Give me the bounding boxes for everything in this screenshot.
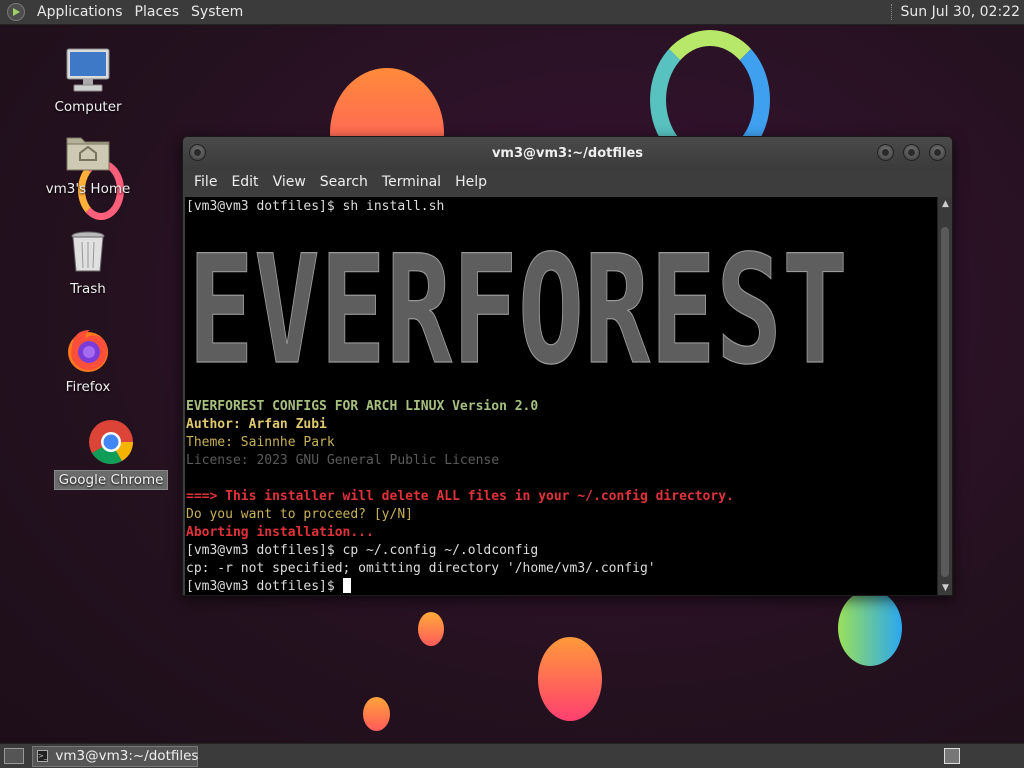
desktop-icon-trash[interactable]: Trash — [38, 228, 138, 298]
menu-terminal[interactable]: Terminal — [375, 169, 448, 195]
window-menu-button[interactable] — [189, 144, 206, 161]
terminal-prompt-line: [vm3@vm3 dotfiles]$ — [186, 578, 937, 595]
menu-view[interactable]: View — [266, 169, 313, 195]
bottom-panel: >_ vm3@vm3:~/dotfiles — [0, 743, 1024, 768]
top-panel: Applications Places System Sun Jul 30, 0… — [0, 0, 1024, 25]
menu-search[interactable]: Search — [313, 169, 375, 195]
menu-edit[interactable]: Edit — [224, 169, 265, 195]
taskbar-button-terminal[interactable]: >_ vm3@vm3:~/dotfiles — [32, 745, 199, 767]
window-titlebar[interactable]: vm3@vm3:~/dotfiles — [183, 137, 952, 169]
scroll-down-arrow-icon[interactable]: ▼ — [938, 581, 953, 595]
system-menu[interactable]: System — [185, 0, 249, 25]
places-menu[interactable]: Places — [129, 0, 186, 25]
terminal-line: EVERFOREST CONFIGS FOR ARCH LINUX Versio… — [186, 399, 539, 414]
terminal-line: Aborting installation... — [186, 525, 374, 540]
wallpaper-blob — [538, 637, 602, 721]
terminal-icon: >_ — [37, 750, 49, 762]
terminal-line: Do you want to proceed? [y/N] — [186, 507, 413, 522]
firefox-icon — [64, 326, 112, 374]
desktop-icon-firefox[interactable]: Firefox — [38, 326, 138, 396]
terminal-line: Theme: Sainnhe Park — [186, 435, 335, 450]
window-title: vm3@vm3:~/dotfiles — [491, 145, 644, 161]
window-menubar: File Edit View Search Terminal Help — [183, 169, 952, 195]
desktop-icon-label: Firefox — [65, 379, 111, 395]
desktop-icon-label: Trash — [70, 281, 106, 297]
terminal-line: [vm3@vm3 dotfiles]$ cp ~/.config ~/.oldc… — [186, 543, 539, 558]
desktop-icon-computer[interactable]: Computer — [38, 46, 138, 116]
ascii-banner: EVERFOREST — [186, 226, 937, 398]
maximize-button[interactable] — [903, 144, 920, 161]
show-desktop-icon[interactable] — [4, 748, 24, 764]
terminal-output[interactable]: [vm3@vm3 dotfiles]$ sh install.sh EVERFO… — [185, 197, 937, 595]
shell-prompt: [vm3@vm3 dotfiles]$ — [186, 579, 343, 594]
menu-help[interactable]: Help — [448, 169, 494, 195]
workspace-switcher[interactable] — [944, 748, 960, 764]
trash-icon — [64, 228, 112, 276]
applications-menu[interactable]: Applications — [31, 0, 129, 25]
desktop-icon-chrome[interactable]: Google Chrome — [53, 418, 169, 490]
terminal-window[interactable]: vm3@vm3:~/dotfiles File Edit View Search… — [182, 136, 953, 596]
wallpaper-blob — [418, 612, 444, 646]
clock[interactable]: Sun Jul 30, 02:22 — [901, 4, 1024, 20]
menu-logo-icon[interactable] — [7, 3, 25, 21]
computer-icon — [64, 46, 112, 94]
terminal-line: License: 2023 GNU General Public License — [186, 453, 500, 468]
terminal-line: [vm3@vm3 dotfiles]$ sh install.sh — [186, 199, 445, 214]
ascii-banner-text: EVERFOREST — [188, 234, 848, 384]
terminal-line: ===> This installer will delete ALL file… — [186, 489, 734, 504]
terminal-scrollbar[interactable]: ▲ ▼ — [937, 197, 952, 595]
terminal-line: cp: -r not specified; omitting directory… — [186, 561, 656, 576]
scroll-up-arrow-icon[interactable]: ▲ — [938, 197, 953, 211]
wallpaper-blob — [363, 697, 390, 731]
terminal-line: Author: Arfan Zubi — [186, 417, 327, 432]
panel-separator — [890, 4, 893, 20]
taskbar-button-label: vm3@vm3:~/dotfiles — [55, 748, 199, 764]
desktop-icon-label: Computer — [54, 99, 122, 115]
chrome-icon — [87, 418, 135, 466]
desktop-icon-label: Google Chrome — [53, 470, 169, 490]
home-folder-icon — [64, 128, 112, 176]
desktop-icon-label: vm3's Home — [45, 181, 131, 197]
menu-file[interactable]: File — [187, 169, 224, 195]
close-button[interactable] — [929, 144, 946, 161]
scrollbar-thumb[interactable] — [941, 227, 949, 577]
wallpaper-blob — [838, 590, 902, 666]
text-cursor — [342, 578, 351, 593]
desktop-icon-home[interactable]: vm3's Home — [38, 128, 138, 198]
minimize-button[interactable] — [877, 144, 894, 161]
